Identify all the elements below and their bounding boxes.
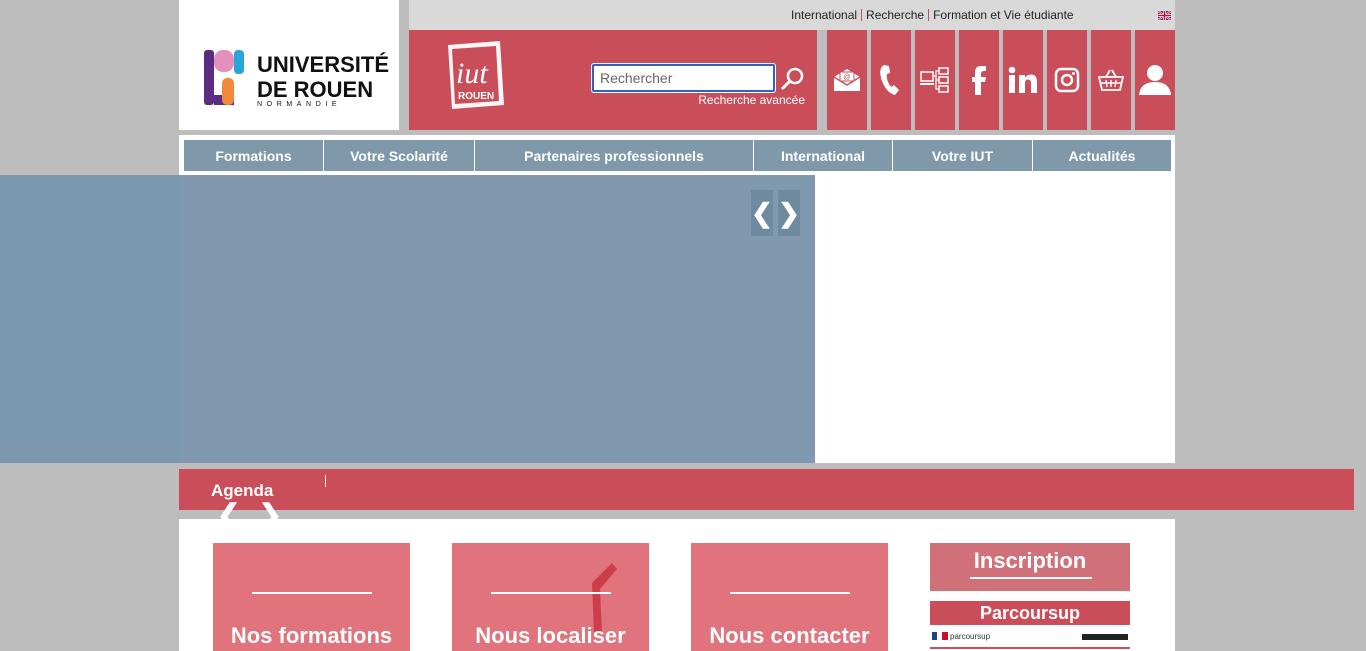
linkedin-button[interactable]: [1003, 30, 1043, 130]
mail-icon: @: [833, 69, 861, 91]
agenda-arrows: ❮❯: [217, 500, 300, 530]
basket-button[interactable]: [1091, 30, 1131, 130]
iut-rouen-logo[interactable]: iut ROUEN: [444, 39, 506, 109]
basket-icon: [1098, 69, 1124, 91]
inscription-banner[interactable]: Inscription: [930, 543, 1130, 591]
facebook-button[interactable]: [959, 30, 999, 130]
search-input[interactable]: [591, 63, 776, 93]
main-nav: Formations Votre Scolarité Partenaires p…: [184, 140, 1171, 171]
tile-nous-contacter[interactable]: Nous contacter: [691, 543, 888, 651]
user-icon: [1139, 65, 1171, 95]
mail-button[interactable]: @: [827, 30, 867, 130]
nav-formations[interactable]: Formations: [184, 140, 324, 171]
tile-divider: [730, 592, 850, 594]
uk-flag-icon[interactable]: [1158, 11, 1171, 20]
top-link-formation[interactable]: Formation et Vie étudiante: [933, 8, 1074, 22]
agenda-title: Agenda: [211, 481, 274, 500]
tile-label: Nous localiser: [475, 623, 626, 648]
parcoursup-bottom-rule: [930, 647, 1130, 649]
svg-text:@: @: [843, 74, 850, 81]
header-banner: iut ROUEN Recherche avancée: [409, 30, 817, 130]
slider-prev-button[interactable]: ❮: [751, 190, 773, 236]
french-republic-icon: [932, 632, 948, 640]
agenda-divider: [325, 475, 326, 487]
linkedin-icon: [1008, 66, 1037, 93]
app-store-badges: [1082, 634, 1128, 640]
top-link-international[interactable]: International: [791, 8, 857, 22]
nav-international[interactable]: International: [754, 140, 893, 171]
universite-rouen-logo-box[interactable]: UNIVERSITÉ DE ROUEN NORMANDIE: [179, 0, 399, 130]
parcoursup-label: Parcoursup: [930, 601, 1130, 625]
agenda-next-button[interactable]: ❯: [258, 499, 299, 530]
search-icon: [781, 67, 804, 90]
tile-divider: [252, 592, 372, 594]
slide-image: [180, 175, 815, 463]
nav-actualites[interactable]: Actualités: [1033, 140, 1171, 171]
tile-nos-formations[interactable]: Nos formations: [213, 543, 410, 651]
advanced-search-link[interactable]: Recherche avancée: [698, 93, 805, 107]
tile-nous-localiser[interactable]: Nous localiser: [452, 543, 649, 651]
instagram-icon: [1054, 67, 1080, 93]
slider-side-panel: [815, 175, 1175, 463]
ent-button[interactable]: [915, 30, 955, 130]
nav-votre-iut[interactable]: Votre IUT: [893, 140, 1033, 171]
inscription-label: Inscription: [973, 548, 1087, 573]
top-bar: International Recherche Formation et Vie é…: [409, 0, 1175, 30]
parcoursup-banner[interactable]: Parcoursup parcoursup: [930, 601, 1130, 651]
search-button[interactable]: [780, 66, 806, 92]
tile-divider: [491, 592, 611, 594]
universite-rouen-logo: UNIVERSITÉ DE ROUEN NORMANDIE: [204, 50, 389, 108]
phone-button[interactable]: [871, 30, 911, 130]
phone-icon: [880, 65, 899, 95]
main-nav-wrapper: Formations Votre Scolarité Partenaires p…: [179, 135, 1175, 175]
nav-votre-scolarite[interactable]: Votre Scolarité: [324, 140, 475, 171]
svg-text:DE ROUEN: DE ROUEN: [257, 77, 373, 102]
top-link-recherche[interactable]: Recherche: [866, 8, 924, 22]
agenda-bar: Agenda: [179, 469, 1354, 510]
svg-text:NORMANDIE: NORMANDIE: [257, 101, 341, 108]
facebook-icon: [972, 66, 986, 95]
agenda-prev-button[interactable]: ❮: [217, 499, 258, 530]
top-links: International Recherche Formation et Vie é…: [791, 8, 1074, 22]
svg-text:UNIVERSITÉ: UNIVERSITÉ: [257, 52, 389, 77]
user-account-button[interactable]: [1135, 30, 1175, 130]
instagram-button[interactable]: [1047, 30, 1087, 130]
slider-next-button[interactable]: ❯: [778, 190, 800, 236]
nav-partenaires[interactable]: Partenaires professionnels: [475, 140, 754, 171]
tile-label: Nous contacter: [709, 623, 870, 648]
quick-links-panel: Nos formations Nous localiser Nous conta…: [179, 519, 1175, 651]
tile-label: Nos formations: [230, 623, 393, 648]
inscription-underline: [970, 577, 1092, 579]
parcoursup-sub-logo: parcoursup: [950, 632, 991, 641]
hero-slider[interactable]: ❮ ❯: [0, 175, 815, 463]
svg-text:ROUEN: ROUEN: [458, 91, 494, 102]
svg-text:iut: iut: [456, 57, 488, 90]
ent-network-icon: [920, 67, 949, 93]
